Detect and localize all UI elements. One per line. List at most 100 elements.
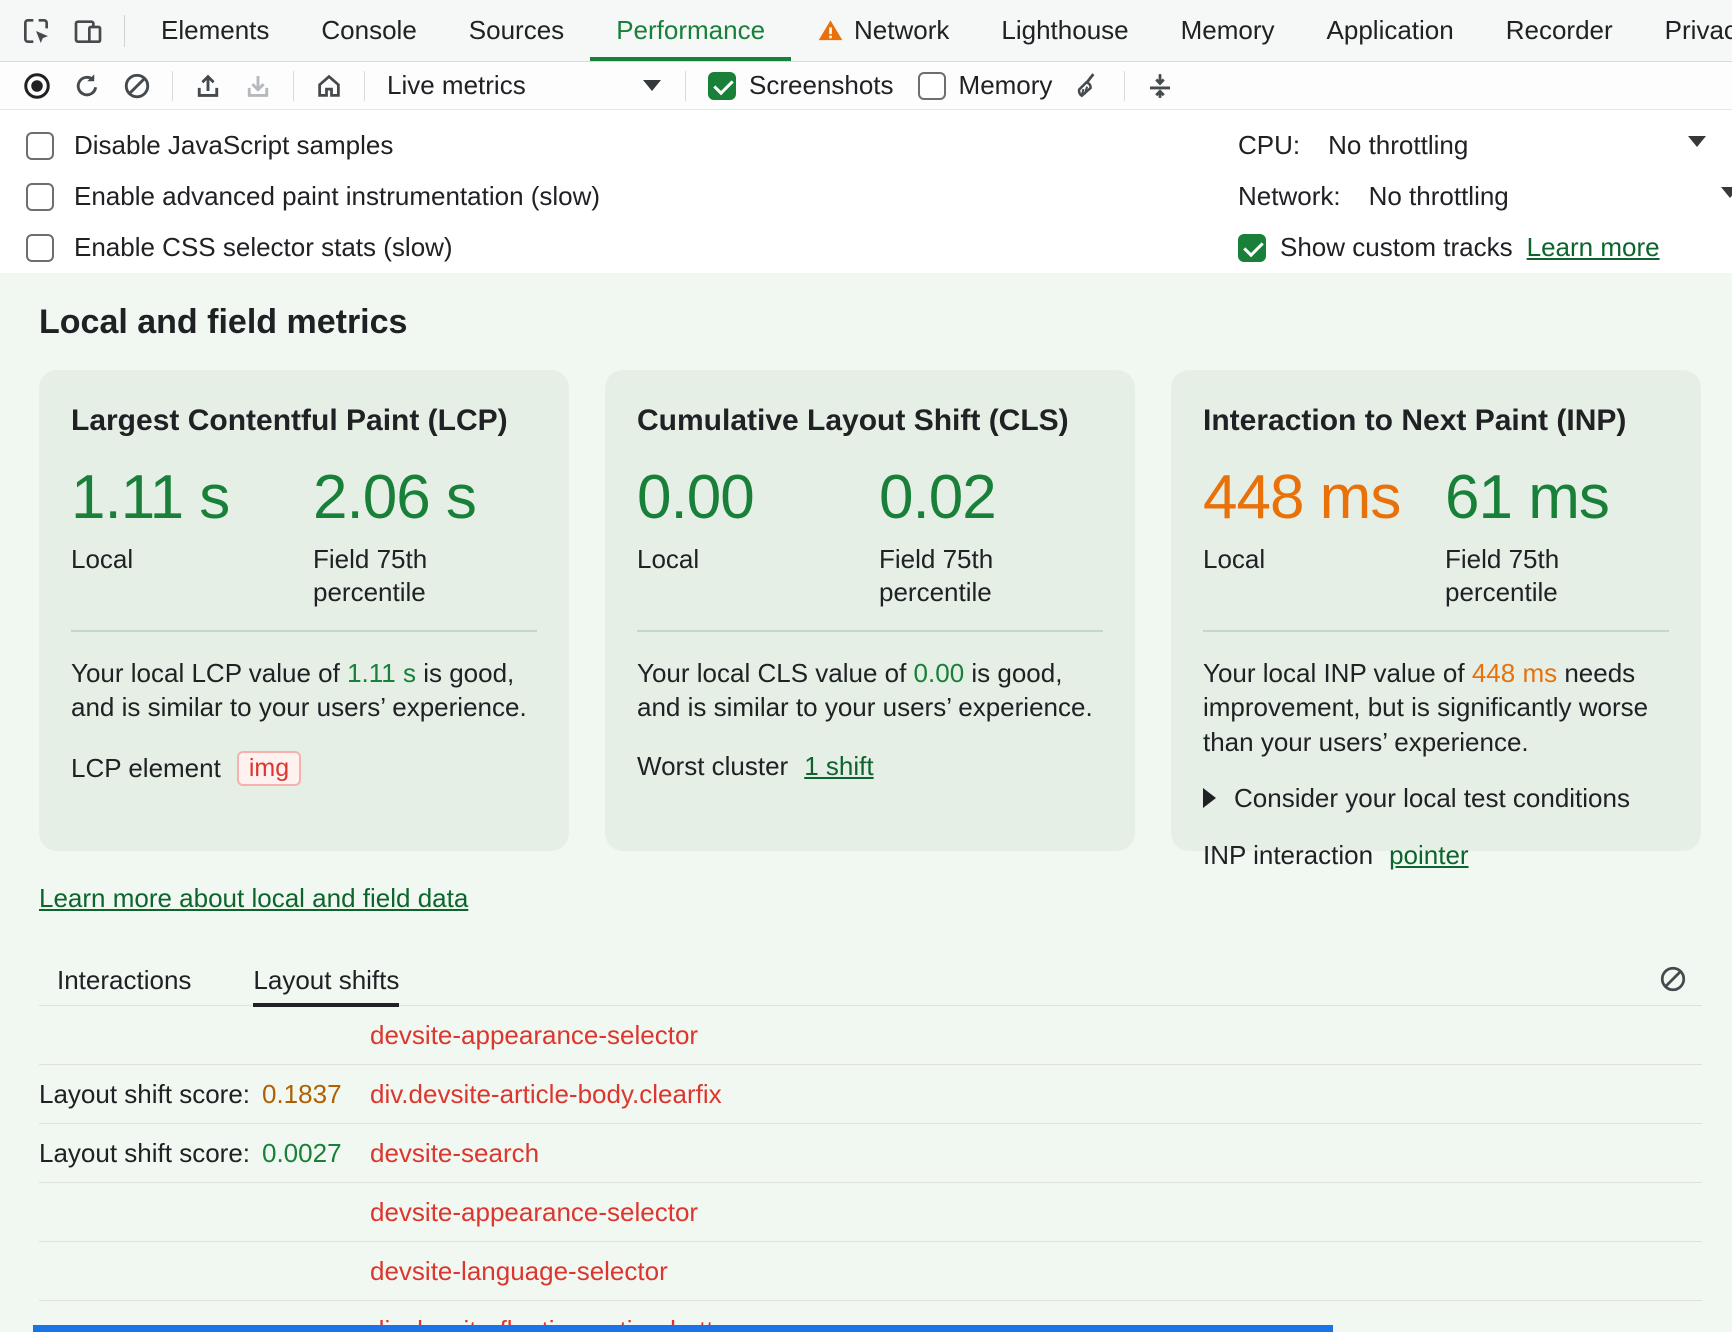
element-link[interactable]: devsite-language-selector: [370, 1256, 668, 1287]
tab-elements[interactable]: Elements: [135, 0, 295, 61]
learn-more-field-data-link[interactable]: Learn more about local and field data: [39, 883, 468, 914]
lcp-element-node-link[interactable]: img: [237, 751, 301, 786]
checkbox-unchecked-icon: [26, 183, 54, 211]
performance-toolbar: Live metrics Screenshots Memory: [0, 62, 1732, 110]
cpu-throttling-select[interactable]: No throttling: [1328, 130, 1468, 161]
save-profile-button[interactable]: [233, 65, 283, 107]
element-link[interactable]: devsite-search: [370, 1138, 539, 1169]
panel-tabs: Elements Console Sources Performance Net…: [135, 0, 1732, 61]
home-icon: [314, 71, 344, 101]
metric-card-inp: Interaction to Next Paint (INP) 448 ms L…: [1171, 370, 1701, 851]
broom-icon: [1074, 71, 1104, 101]
screenshots-checkbox[interactable]: Screenshots: [696, 70, 906, 101]
toolbar-divider: [293, 71, 294, 101]
page-title: Local and field metrics: [39, 303, 1702, 342]
device-toolbar-button[interactable]: [62, 5, 114, 57]
layout-shift-row[interactable]: Layout shift score: 0.0027 devsite-searc…: [39, 1124, 1702, 1183]
show-custom-tracks-label: Show custom tracks: [1280, 232, 1513, 263]
tab-performance[interactable]: Performance: [590, 0, 791, 61]
local-test-conditions-expander[interactable]: Consider your local test conditions: [1203, 783, 1669, 814]
horizontal-scroll-indicator[interactable]: [33, 1325, 1333, 1332]
toolbar-divider: [364, 71, 365, 101]
clear-button[interactable]: [112, 65, 162, 107]
element-link[interactable]: devsite-appearance-selector: [370, 1020, 698, 1051]
layout-shift-row[interactable]: devsite-appearance-selector: [39, 1183, 1702, 1242]
tab-network-label: Network: [854, 15, 949, 46]
layout-shift-row[interactable]: devsite-appearance-selector: [39, 1006, 1702, 1065]
desc-value: 448 ms: [1472, 658, 1557, 688]
cpu-throttling-row: CPU: No throttling: [1238, 120, 1732, 171]
tab-layout-shifts[interactable]: Layout shifts: [253, 956, 399, 1005]
chevron-down-icon[interactable]: [1721, 187, 1732, 198]
inp-description: Your local INP value of 448 ms needs imp…: [1203, 656, 1669, 759]
learn-more-link[interactable]: Learn more: [1527, 232, 1660, 263]
element-link[interactable]: devsite-appearance-selector: [370, 1197, 698, 1228]
score-label: Layout shift score:: [39, 1138, 250, 1169]
chevron-down-icon: [643, 80, 661, 91]
tab-memory[interactable]: Memory: [1155, 0, 1301, 61]
worst-cluster-link[interactable]: 1 shift: [804, 751, 873, 782]
layout-shifts-table: devsite-appearance-selector Layout shift…: [39, 1006, 1702, 1332]
memory-checkbox[interactable]: Memory: [906, 70, 1065, 101]
inspect-element-button[interactable]: [10, 5, 62, 57]
tab-lighthouse[interactable]: Lighthouse: [975, 0, 1154, 61]
inp-interaction-link[interactable]: pointer: [1389, 840, 1469, 871]
capture-settings: Disable JavaScript samples Enable advanc…: [0, 110, 1732, 273]
tab-application[interactable]: Application: [1301, 0, 1480, 61]
record-button[interactable]: [12, 65, 62, 107]
metric-cards: Largest Contentful Paint (LCP) 1.11 s Lo…: [39, 370, 1702, 851]
shift-score-cell: Layout shift score: 0.0027: [39, 1138, 370, 1169]
cpu-label: CPU:: [1238, 130, 1300, 161]
tab-network[interactable]: Network: [791, 0, 975, 61]
checkbox-checked-icon: [708, 72, 736, 100]
inp-field-value: 61 ms: [1445, 462, 1687, 533]
checkbox-unchecked-icon: [26, 234, 54, 262]
tab-privacy-sandbox[interactable]: Privacy Sandbox: [1639, 0, 1732, 61]
home-button[interactable]: [304, 65, 354, 107]
layout-shift-row[interactable]: devsite-language-selector: [39, 1242, 1702, 1301]
layout-shift-row[interactable]: Layout shift score: 0.1837 div.devsite-a…: [39, 1065, 1702, 1124]
collect-garbage-button[interactable]: [1064, 65, 1114, 107]
refresh-icon: [72, 71, 102, 101]
record-icon: [22, 71, 52, 101]
lcp-field-value: 2.06 s: [313, 462, 555, 533]
desc-value: 1.11 s: [347, 658, 416, 688]
setting-label: Enable advanced paint instrumentation (s…: [74, 181, 600, 212]
cls-field-value: 0.02: [879, 462, 1121, 533]
tab-interactions[interactable]: Interactions: [57, 956, 191, 1005]
show-custom-tracks-checkbox[interactable]: Show custom tracks Learn more: [1238, 222, 1732, 273]
network-throttling-select[interactable]: No throttling: [1369, 181, 1509, 212]
field-label: Field 75th percentile: [313, 543, 488, 608]
card-title: Interaction to Next Paint (INP): [1203, 404, 1669, 438]
log-tabbar: Interactions Layout shifts: [39, 956, 1702, 1006]
inp-local-value: 448 ms: [1203, 462, 1445, 533]
setting-label: Enable CSS selector stats (slow): [74, 232, 453, 263]
tab-sources[interactable]: Sources: [443, 0, 590, 61]
element-link[interactable]: div.devsite-article-body.clearfix: [370, 1079, 722, 1110]
device-toolbar-icon: [72, 15, 104, 47]
live-metrics-label: Live metrics: [387, 70, 526, 101]
chevron-down-icon[interactable]: [1688, 136, 1706, 147]
checkbox-unchecked-icon: [26, 132, 54, 160]
tab-console[interactable]: Console: [295, 0, 442, 61]
clear-log-button[interactable]: [1658, 964, 1688, 994]
card-divider: [71, 630, 537, 632]
network-label: Network:: [1238, 181, 1341, 212]
load-profile-button[interactable]: [183, 65, 233, 107]
tab-recorder[interactable]: Recorder: [1480, 0, 1639, 61]
lcp-description: Your local LCP value of 1.11 s is good, …: [71, 656, 537, 725]
toolbar-divider: [685, 71, 686, 101]
checkbox-unchecked-icon: [918, 72, 946, 100]
live-metrics-dropdown[interactable]: Live metrics: [375, 70, 675, 101]
worst-cluster-label: Worst cluster: [637, 751, 788, 782]
disclosure-label: Consider your local test conditions: [1234, 783, 1630, 814]
memory-label: Memory: [959, 70, 1053, 101]
cls-local-value: 0.00: [637, 462, 879, 533]
card-title: Largest Contentful Paint (LCP): [71, 404, 537, 438]
lcp-element-label: LCP element: [71, 753, 221, 784]
shift-score-cell: Layout shift score: 0.1837: [39, 1079, 370, 1110]
reload-and-record-button[interactable]: [62, 65, 112, 107]
network-throttling-row: Network: No throttling: [1238, 171, 1732, 222]
local-label: Local: [637, 543, 879, 576]
shortcuts-dialog-button[interactable]: [1135, 65, 1185, 107]
